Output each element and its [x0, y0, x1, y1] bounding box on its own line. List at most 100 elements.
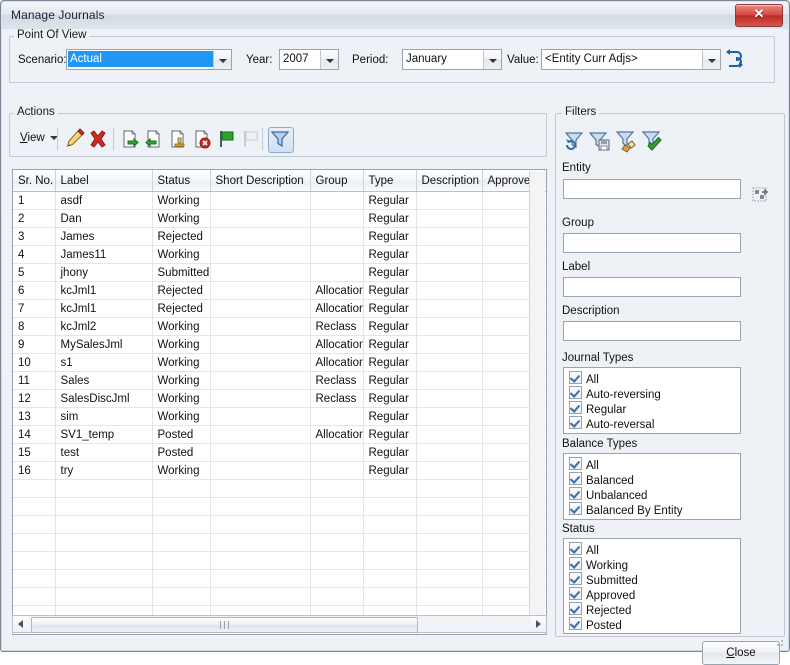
table-row[interactable]: 5jhonySubmittedRegular — [13, 264, 547, 282]
status-working[interactable]: Working — [569, 557, 740, 572]
scroll-right-arrow-icon[interactable] — [530, 616, 546, 632]
grid-vertical-scrollbar[interactable] — [529, 171, 545, 633]
scroll-left-arrow-icon[interactable] — [13, 616, 29, 632]
cell-type: Regular — [363, 390, 416, 408]
col-header-type[interactable]: Type — [363, 170, 416, 192]
table-row[interactable]: 15testPostedRegulara — [13, 444, 547, 462]
status-rejected[interactable]: Rejected — [569, 602, 740, 617]
checkbox-checked-icon[interactable] — [569, 457, 582, 470]
col-header-label[interactable]: Label — [55, 170, 152, 192]
balance-type-balanced-by-entity[interactable]: Balanced By Entity — [569, 502, 740, 517]
table-row[interactable]: 12SalesDiscJmlWorkingReclassRegular — [13, 390, 547, 408]
table-row[interactable]: 9MySalesJmlWorkingAllocationRegular — [13, 336, 547, 354]
description-filter-field[interactable] — [563, 321, 741, 341]
entity-filter-field[interactable] — [563, 179, 741, 199]
journal-type-all[interactable]: All — [569, 371, 740, 386]
checkbox-checked-icon[interactable] — [569, 502, 582, 515]
filter-funnel-icon[interactable] — [268, 127, 294, 153]
table-row[interactable]: 7kcJml1RejectedAllocationRegular — [13, 300, 547, 318]
cell-empty — [210, 570, 310, 588]
journal-type-auto-reversing[interactable]: Auto-reversing — [569, 386, 740, 401]
checkbox-checked-icon[interactable] — [569, 587, 582, 600]
table-row[interactable]: 4James11WorkingRegular — [13, 246, 547, 264]
toolbar-separator-3 — [262, 128, 263, 150]
table-row[interactable]: 8kcJml2WorkingReclassRegular — [13, 318, 547, 336]
table-row[interactable]: 2DanWorkingRegular — [13, 210, 547, 228]
table-row[interactable]: 10s1WorkingAllocationRegular — [13, 354, 547, 372]
post-flag-green-icon[interactable] — [215, 128, 237, 150]
group-filter-input[interactable] — [564, 234, 740, 252]
view-menu-button[interactable]: View — [16, 129, 62, 147]
table-row[interactable]: 13simWorkingRegular — [13, 408, 547, 426]
checkbox-checked-icon[interactable] — [569, 386, 582, 399]
filter-reset-icon[interactable] — [562, 129, 586, 153]
col-header-short-description[interactable]: Short Description — [210, 170, 310, 192]
resize-grip[interactable] — [774, 637, 785, 648]
cell-short-description — [210, 246, 310, 264]
reject-journal-icon[interactable] — [191, 128, 213, 150]
journal-type-regular[interactable]: Regular — [569, 401, 740, 416]
unsubmit-journal-icon[interactable] — [143, 128, 165, 150]
col-header-group[interactable]: Group — [310, 170, 363, 192]
journal-type-auto-reversal[interactable]: Auto-reversal — [569, 416, 740, 431]
table-row[interactable]: 16tryWorkingRegular — [13, 462, 547, 480]
window-close-button[interactable]: ✕ — [735, 4, 783, 27]
period-chevron-down-icon[interactable] — [483, 50, 501, 69]
checkbox-checked-icon[interactable] — [569, 602, 582, 615]
checkbox-checked-icon[interactable] — [569, 542, 582, 555]
journals-grid[interactable]: Sr. No. Label Status Short Description G… — [12, 169, 547, 635]
approve-journal-icon[interactable] — [167, 128, 189, 150]
period-combobox[interactable]: January — [402, 49, 502, 70]
col-header-status[interactable]: Status — [152, 170, 210, 192]
status-posted[interactable]: Posted — [569, 617, 740, 632]
filter-clear-icon[interactable] — [614, 129, 638, 153]
cell-description — [416, 390, 482, 408]
col-header-sr-no[interactable]: Sr. No. — [13, 170, 55, 192]
balance-type-unbalanced[interactable]: Unbalanced — [569, 487, 740, 502]
filter-save-icon[interactable] — [588, 129, 612, 153]
entity-filter-input[interactable] — [564, 180, 740, 198]
refresh-icon[interactable] — [724, 48, 746, 70]
scenario-chevron-down-icon[interactable] — [213, 50, 231, 69]
label-filter-input[interactable] — [564, 278, 740, 296]
value-combobox[interactable]: <Entity Curr Adjs> — [541, 49, 721, 70]
year-chevron-down-icon[interactable] — [320, 50, 338, 69]
cell-sr-no: 16 — [13, 462, 55, 480]
checkbox-checked-icon[interactable] — [569, 472, 582, 485]
label-filter-field[interactable] — [563, 277, 741, 297]
table-row[interactable]: 1asdfWorkingRegular — [13, 192, 547, 210]
table-row[interactable]: 3JamesRejectedRegular — [13, 228, 547, 246]
status-submitted[interactable]: Submitted — [569, 572, 740, 587]
cell-empty — [416, 480, 482, 498]
close-button[interactable]: Close — [702, 641, 780, 665]
group-filter-field[interactable] — [563, 233, 741, 253]
col-header-description[interactable]: Description — [416, 170, 482, 192]
year-combobox[interactable]: 2007 — [279, 49, 339, 70]
checkbox-checked-icon[interactable] — [569, 487, 582, 500]
checkbox-checked-icon[interactable] — [569, 572, 582, 585]
delete-x-icon[interactable] — [87, 128, 109, 150]
cell-status: Rejected — [152, 282, 210, 300]
table-row[interactable]: 6kcJml1RejectedAllocationRegular — [13, 282, 547, 300]
scenario-combobox[interactable]: Actual — [66, 49, 232, 70]
cell-short-description — [210, 300, 310, 318]
edit-pencil-icon[interactable] — [63, 128, 85, 150]
horizontal-scroll-thumb[interactable] — [31, 617, 418, 633]
grid-horizontal-scrollbar[interactable] — [12, 615, 547, 633]
balance-type-balanced[interactable]: Balanced — [569, 472, 740, 487]
filter-apply-icon[interactable] — [640, 129, 664, 153]
balance-type-all[interactable]: All — [569, 457, 740, 472]
checkbox-checked-icon[interactable] — [569, 617, 582, 630]
value-chevron-down-icon[interactable] — [702, 50, 720, 69]
checkbox-checked-icon[interactable] — [569, 557, 582, 570]
checkbox-checked-icon[interactable] — [569, 371, 582, 384]
submit-journal-icon[interactable] — [119, 128, 141, 150]
table-row[interactable]: 11SalesWorkingReclassRegular — [13, 372, 547, 390]
status-all[interactable]: All — [569, 542, 740, 557]
checkbox-checked-icon[interactable] — [569, 401, 582, 414]
description-filter-input[interactable] — [564, 322, 740, 340]
checkbox-checked-icon[interactable] — [569, 416, 582, 429]
member-select-icon[interactable] — [752, 187, 770, 205]
table-row[interactable]: 14SV1_tempPostedAllocationRegulara — [13, 426, 547, 444]
status-approved[interactable]: Approved — [569, 587, 740, 602]
